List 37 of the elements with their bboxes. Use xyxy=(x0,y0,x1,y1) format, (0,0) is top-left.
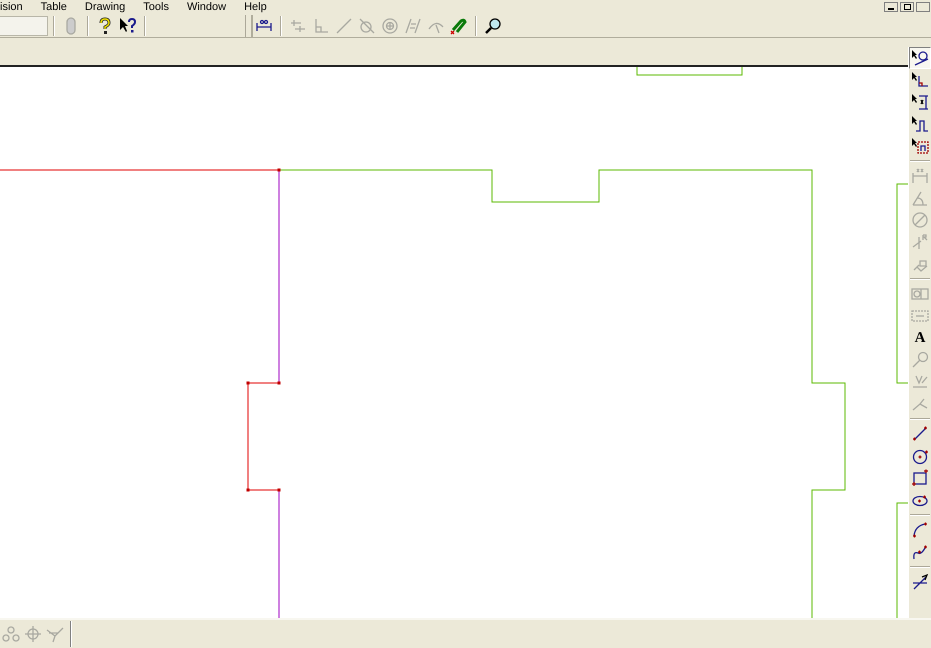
balloon-icon xyxy=(911,351,929,369)
select-box-icon xyxy=(911,137,929,155)
angle-dimension-icon xyxy=(911,189,929,207)
draw-line-icon xyxy=(911,425,929,443)
zoom-icon xyxy=(484,16,502,34)
menu-item[interactable]: Tools xyxy=(143,2,169,12)
select-step-icon xyxy=(911,115,929,133)
trim-icon xyxy=(911,573,929,591)
radius-icon xyxy=(911,233,929,251)
input-field[interactable] xyxy=(0,16,48,36)
draw-rect-button[interactable] xyxy=(909,467,931,489)
points-icon xyxy=(2,625,20,643)
equal-icon xyxy=(404,16,422,34)
maximize-icon[interactable] xyxy=(900,2,914,12)
draw-arc-icon xyxy=(911,521,929,539)
minimize-icon[interactable] xyxy=(884,2,898,12)
menu-item[interactable]: Help xyxy=(244,2,267,12)
select-circle-button[interactable] xyxy=(909,47,931,69)
draw-circle-icon xyxy=(911,447,929,465)
line-icon xyxy=(335,16,353,34)
text-tool-button[interactable]: A xyxy=(909,327,931,349)
select-dimension-icon xyxy=(911,93,929,111)
menu-item[interactable]: Drawing xyxy=(84,2,126,12)
magnet-icon xyxy=(450,16,468,34)
menu-item[interactable]: Window xyxy=(186,2,226,12)
menu-item[interactable]: Table xyxy=(40,2,67,12)
diameter-icon xyxy=(911,211,929,229)
concentric-icon xyxy=(381,16,399,34)
draw-spline-icon xyxy=(911,543,929,561)
draw-rectangle-icon xyxy=(911,469,929,487)
tangent-icon xyxy=(358,16,376,34)
linear-dimension-icon xyxy=(911,167,929,185)
crosshair-icon xyxy=(24,625,42,643)
menu-item[interactable]: ision xyxy=(0,2,23,12)
select-circle-icon xyxy=(911,49,929,67)
select-corner-icon xyxy=(911,71,929,89)
context-help-icon xyxy=(119,16,137,34)
